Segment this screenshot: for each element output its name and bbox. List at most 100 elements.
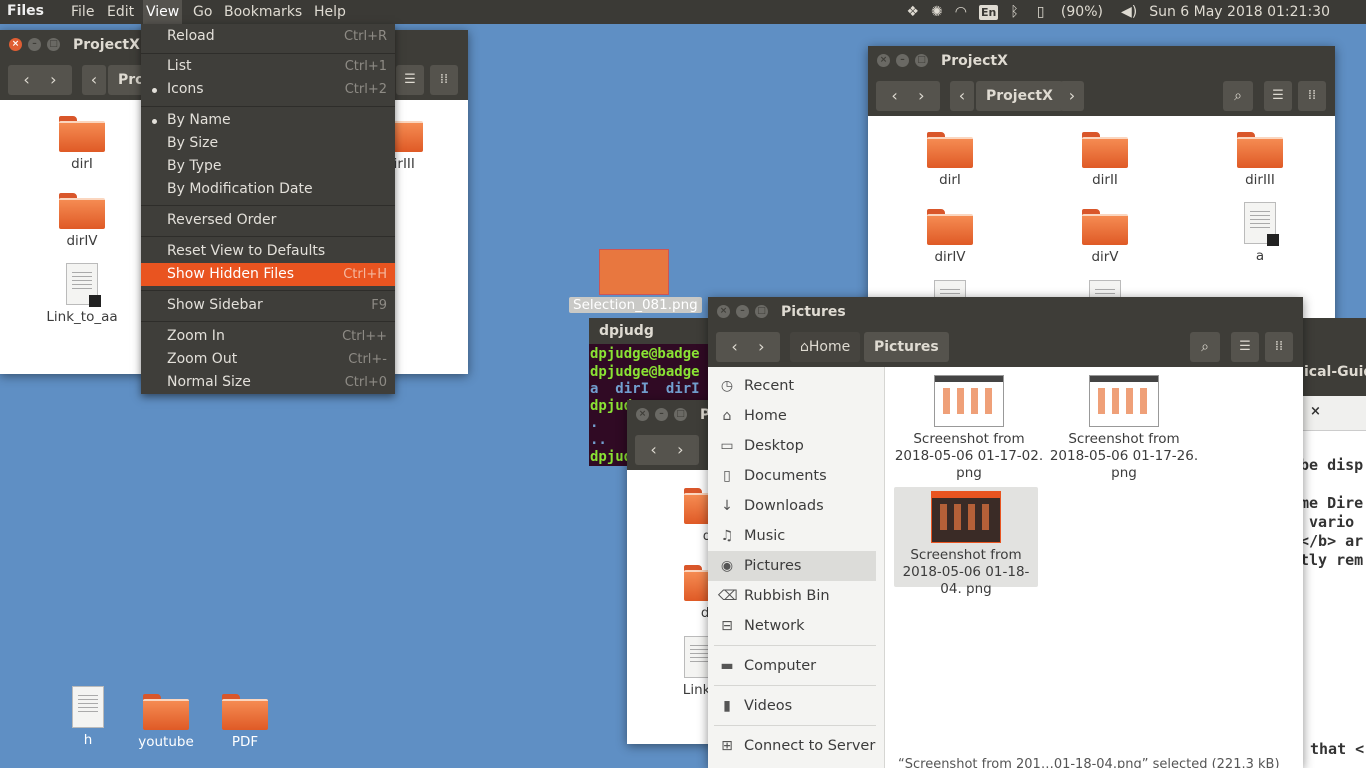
sidebar-item-rubbish-bin[interactable]: ⌫ Rubbish Bin — [708, 581, 876, 611]
titlebar[interactable]: × – □ Pictures — [708, 297, 1303, 327]
sync-icon[interactable]: ✺ — [931, 4, 943, 20]
menu-bookmarks[interactable]: Bookmarks — [221, 0, 305, 24]
list-view-icon[interactable]: ☰ — [1231, 332, 1259, 362]
maximize-icon[interactable]: □ — [47, 38, 60, 51]
folder-item[interactable]: dirI — [895, 132, 1005, 189]
close-icon[interactable]: × — [877, 54, 890, 67]
desktop-folder-pdf[interactable]: PDF — [190, 694, 300, 751]
titlebar[interactable]: × – □ P — [627, 400, 717, 430]
menu-item-show-hidden-files[interactable]: Show Hidden Files Ctrl+H — [141, 263, 395, 286]
minimize-icon[interactable]: – — [896, 54, 909, 67]
sidebar-item-connect-to-server[interactable]: ⊞ Connect to Server — [708, 731, 876, 761]
list-view-icon[interactable]: ☰ — [396, 65, 424, 95]
sidebar-item-videos[interactable]: ▮ Videos — [708, 691, 876, 721]
breadcrumb-projectx[interactable]: ProjectX — [976, 81, 1063, 111]
battery-indicator[interactable]: ▯ (90%) — [1031, 4, 1109, 20]
path-left-arrow[interactable]: ‹ — [82, 65, 106, 95]
minimize-icon[interactable]: – — [655, 408, 668, 421]
search-icon[interactable]: ⌕ — [1190, 332, 1220, 362]
menu-item-zoom-in[interactable]: Zoom In Ctrl++ — [141, 325, 395, 348]
radio-dot-icon — [152, 119, 157, 124]
menu-view[interactable]: View — [143, 0, 183, 24]
list-view-icon[interactable]: ☰ — [1264, 81, 1292, 111]
sidebar-item-computer[interactable]: ▬ Computer — [708, 651, 876, 681]
folder-item[interactable]: dirI — [27, 116, 137, 173]
back-forward-buttons[interactable]: ‹ › — [876, 81, 940, 111]
breadcrumb-pictures[interactable]: Pictures — [864, 332, 949, 362]
menu-item-by-type[interactable]: By Type — [141, 155, 395, 178]
menu-item-list[interactable]: List Ctrl+1 — [141, 55, 395, 78]
path-left-arrow[interactable]: ‹ — [950, 81, 974, 111]
back-forward-buttons[interactable]: ‹ › — [8, 65, 72, 95]
path-right-arrow[interactable]: › — [1060, 81, 1084, 111]
radio-dot-icon — [152, 88, 157, 93]
image-file-item[interactable]: Screenshot from 2018-05-06 01-17-02. png — [894, 367, 1044, 481]
link-file-item[interactable]: Link_to_aa — [27, 263, 137, 326]
editor-content[interactable]: × be disp me Dire vario </b> ar tly rem … — [1300, 396, 1366, 768]
close-tab-icon[interactable]: × — [1310, 404, 1321, 419]
dropbox-icon[interactable]: ❖ — [906, 4, 919, 20]
menu-item-reset-view[interactable]: Reset View to Defaults — [141, 240, 395, 263]
maximize-icon[interactable]: □ — [674, 408, 687, 421]
menu-file[interactable]: File — [68, 0, 97, 24]
link-file-item[interactable]: a — [1205, 202, 1315, 265]
terminal-titlebar[interactable]: dpjudg — [589, 318, 719, 344]
menu-item-normal-size[interactable]: Normal Size Ctrl+0 — [141, 371, 395, 394]
menu-item-icons[interactable]: Icons Ctrl+2 — [141, 78, 395, 101]
menu-item-show-sidebar[interactable]: Show Sidebar F9 — [141, 294, 395, 317]
link-file-item[interactable]: Link_ — [645, 636, 717, 699]
minimize-icon[interactable]: – — [28, 38, 41, 51]
desktop-file-selection[interactable]: Selection_081.png — [569, 249, 702, 313]
menu-item-zoom-out[interactable]: Zoom Out Ctrl+- — [141, 348, 395, 371]
sidebar-item-home[interactable]: ⌂ Home — [708, 401, 876, 431]
image-file-item-selected[interactable]: Screenshot from 2018-05-06 01-18-04. png — [894, 487, 1038, 597]
wifi-icon[interactable]: ◠ — [955, 4, 967, 20]
folder-item[interactable]: dirV — [1050, 209, 1160, 266]
editor-tab-title[interactable]: ical-Guid — [1304, 364, 1366, 380]
keyboard-layout-indicator[interactable]: En — [978, 4, 999, 20]
grid-view-icon[interactable]: ⁞⁞ — [1298, 81, 1326, 111]
sidebar-item-pictures[interactable]: ◉ Pictures — [708, 551, 876, 581]
clock[interactable]: Sun 6 May 2018 01:21:30 — [1149, 4, 1330, 20]
projectx-window-right[interactable]: × – □ ProjectX ‹ › ‹ ProjectX › ⌕ ☰ ⁞⁞ d… — [868, 46, 1335, 326]
grid-view-icon[interactable]: ⁞⁞ — [430, 65, 458, 95]
folder-item[interactable]: dirIV — [895, 209, 1005, 266]
menu-item-by-size[interactable]: By Size — [141, 132, 395, 155]
grid-view-icon[interactable]: ⁞⁞ — [1265, 332, 1293, 362]
menu-item-by-modification-date[interactable]: By Modification Date — [141, 178, 395, 201]
menu-edit[interactable]: Edit — [104, 0, 137, 24]
back-forward-buttons[interactable]: ‹ › — [716, 332, 780, 362]
menu-item-reload[interactable]: Reload Ctrl+R — [141, 25, 395, 48]
folder-icon — [59, 116, 105, 152]
menu-go[interactable]: Go — [190, 0, 215, 24]
files-window-middle[interactable]: × – □ P ‹ › d di Link_ — [627, 400, 717, 744]
sidebar-item-music[interactable]: ♫ Music — [708, 521, 876, 551]
breadcrumb-home[interactable]: ⌂Home — [790, 332, 861, 362]
folder-item[interactable]: dirII — [1050, 132, 1160, 189]
minimize-icon[interactable]: – — [736, 305, 749, 318]
close-icon[interactable]: × — [717, 305, 730, 318]
sidebar-item-network[interactable]: ⊟ Network — [708, 611, 876, 641]
back-forward-buttons[interactable]: ‹ › — [635, 435, 699, 465]
titlebar[interactable]: × – □ ProjectX — [868, 46, 1335, 76]
bluetooth-icon[interactable]: ᛒ — [1010, 4, 1018, 20]
sidebar-item-downloads[interactable]: ↓ Downloads — [708, 491, 876, 521]
toolbar: ‹ › ⌂Home Pictures ⌕ ☰ ⁞⁞ — [708, 327, 1303, 367]
editor-window-titlebar[interactable]: ical-Guid — [1300, 318, 1366, 396]
maximize-icon[interactable]: □ — [915, 54, 928, 67]
folder-item[interactable]: dirIV — [27, 193, 137, 250]
sidebar-item-documents[interactable]: ▯ Documents — [708, 461, 876, 491]
sidebar-item-recent[interactable]: ◷ Recent — [708, 371, 876, 401]
sidebar-item-desktop[interactable]: ▭ Desktop — [708, 431, 876, 461]
close-icon[interactable]: × — [9, 38, 22, 51]
menu-item-reversed-order[interactable]: Reversed Order — [141, 209, 395, 232]
menu-help[interactable]: Help — [311, 0, 349, 24]
volume-icon[interactable]: ◀) — [1121, 4, 1137, 20]
folder-item[interactable]: dirIII — [1205, 132, 1315, 189]
menu-item-by-name[interactable]: By Name — [141, 109, 395, 132]
maximize-icon[interactable]: □ — [755, 305, 768, 318]
pictures-window[interactable]: × – □ Pictures ‹ › ⌂Home Pictures ⌕ ☰ ⁞⁞… — [708, 297, 1303, 768]
search-icon[interactable]: ⌕ — [1223, 81, 1253, 111]
image-file-item[interactable]: Screenshot from 2018-05-06 01-17-26. png — [1049, 367, 1199, 481]
close-icon[interactable]: × — [636, 408, 649, 421]
